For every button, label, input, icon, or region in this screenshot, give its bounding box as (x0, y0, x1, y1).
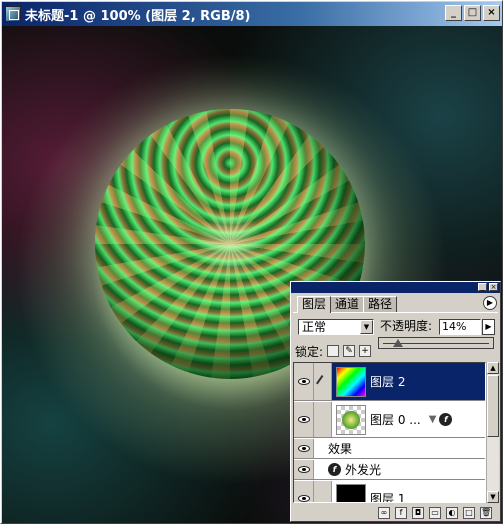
effects-label: 效果 (328, 442, 353, 456)
outer-glow-label: 外发光 (345, 463, 382, 477)
panel-menu-arrow-icon[interactable]: ▶ (483, 296, 497, 310)
panel-minimize-button[interactable]: _ (478, 283, 487, 291)
fx-icon: f (439, 413, 453, 426)
layers-panel: _ × 图层 通道 路径 ▶ 正常 ▼ 不透明度: 14% ▶ 锁定: ✎ + … (290, 281, 501, 522)
layers-scrollbar[interactable]: ▲ ▼ (486, 362, 499, 503)
title-bar[interactable]: 未标题-1 @ 100% (图层 2, RGB/8) _ □ × (2, 2, 502, 26)
link-slot[interactable] (314, 481, 332, 502)
tab-paths[interactable]: 路径 (363, 296, 398, 312)
tab-channels[interactable]: 通道 (330, 296, 365, 312)
tab-layers[interactable]: 图层 (297, 296, 332, 313)
lock-position-icon[interactable]: + (359, 345, 372, 357)
adjustment-layer-icon[interactable]: ◐ (446, 507, 458, 519)
photoshop-document-icon[interactable] (5, 6, 21, 22)
layer-name: 图层 2 (370, 375, 406, 389)
lock-pixels-icon[interactable]: ✎ (343, 345, 356, 357)
minimize-button[interactable]: _ (445, 5, 462, 21)
layer-row-1[interactable]: 图层 1 (294, 481, 485, 503)
add-mask-icon[interactable]: ◘ (412, 507, 424, 519)
layer-thumbnail (336, 483, 366, 502)
link-slot[interactable] (314, 402, 332, 437)
opacity-input[interactable]: 14% (439, 319, 481, 335)
layer-row-0[interactable]: 图层 0 ... ▼ f (294, 402, 485, 438)
panel-close-button[interactable]: × (489, 283, 498, 291)
trash-icon[interactable]: 🗑 (480, 507, 492, 519)
lock-transparency-icon[interactable] (327, 345, 340, 357)
visibility-eye-icon[interactable] (294, 481, 314, 502)
outer-glow-row[interactable]: f 外发光 (294, 460, 485, 480)
effects-row[interactable]: 效果 (294, 439, 485, 459)
blend-mode-select[interactable]: 正常 ▼ (298, 319, 374, 335)
scroll-up-icon[interactable]: ▲ (487, 362, 499, 374)
layer-name: 图层 1 (370, 492, 406, 503)
slider-thumb[interactable] (392, 339, 403, 347)
layers-list: 图层 2 图层 0 ... ▼ f 效果 f 外发光 图层 1 (293, 362, 486, 503)
layer-thumbnail (336, 366, 366, 397)
expand-effects-icon[interactable]: ▼ (429, 414, 437, 425)
new-set-icon[interactable]: ▭ (429, 507, 441, 519)
close-button[interactable]: × (483, 5, 500, 21)
lock-label: 锁定: (295, 344, 324, 359)
visibility-eye-icon[interactable] (294, 363, 314, 400)
blend-mode-value: 正常 (302, 320, 327, 334)
opacity-arrow-icon[interactable]: ▶ (482, 319, 495, 335)
visibility-eye-icon[interactable] (294, 460, 314, 479)
visibility-eye-icon[interactable] (294, 439, 314, 458)
layers-footer: ∞ f ◘ ▭ ◐ □ 🗑 (293, 506, 498, 520)
lock-row: 锁定: ✎ + (295, 343, 372, 359)
layer-name: 图层 0 ... (370, 413, 421, 427)
opacity-label: 不透明度: (380, 319, 433, 333)
fx-icon: f (328, 463, 341, 476)
link-layers-icon[interactable]: ∞ (378, 507, 390, 519)
opacity-slider[interactable] (378, 337, 494, 349)
brush-icon[interactable] (314, 363, 332, 400)
new-layer-icon[interactable]: □ (463, 507, 475, 519)
window-title: 未标题-1 @ 100% (图层 2, RGB/8) (25, 8, 251, 24)
scroll-thumb[interactable] (487, 375, 499, 437)
layer-row-2[interactable]: 图层 2 (294, 363, 485, 401)
maximize-button[interactable]: □ (464, 5, 481, 21)
visibility-eye-icon[interactable] (294, 402, 314, 437)
panel-title-bar[interactable]: _ × (291, 282, 500, 293)
layer-thumbnail (336, 404, 366, 435)
add-style-icon[interactable]: f (395, 507, 407, 519)
chevron-down-icon[interactable]: ▼ (360, 320, 373, 334)
scroll-down-icon[interactable]: ▼ (487, 491, 499, 503)
panel-tabs: 图层 通道 路径 (297, 296, 398, 313)
